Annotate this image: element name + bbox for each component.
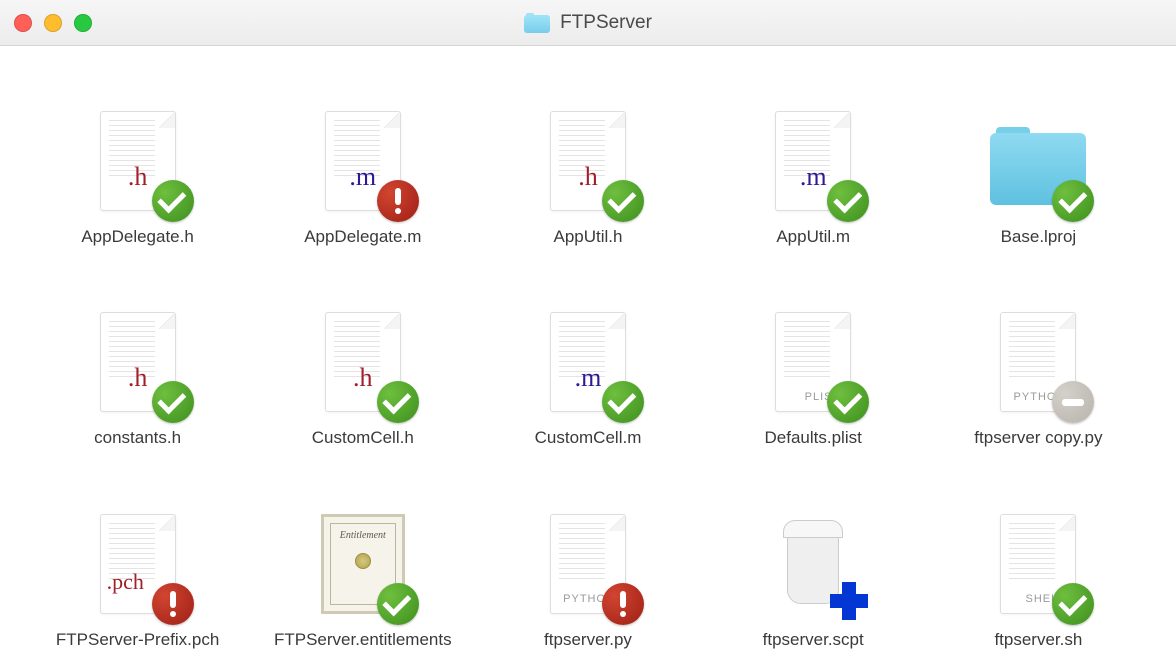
close-button[interactable] — [14, 14, 32, 32]
window-title: FTPServer — [560, 12, 652, 34]
file-name-label: CustomCell.m — [535, 427, 642, 448]
status-synced-icon — [602, 180, 644, 222]
file-item[interactable]: .m AppUtil.m — [723, 106, 903, 247]
file-item[interactable]: .h AppUtil.h — [498, 106, 678, 247]
file-name-label: constants.h — [94, 427, 181, 448]
window-titlebar: FTPServer — [0, 0, 1176, 46]
file-icon: .h — [538, 106, 638, 216]
file-name-label: ftpserver.scpt — [763, 629, 864, 650]
status-synced-icon — [1052, 180, 1094, 222]
status-synced-icon — [602, 381, 644, 423]
status-synced-icon — [827, 381, 869, 423]
traffic-lights — [14, 14, 92, 32]
window-title-group: FTPServer — [524, 12, 652, 34]
status-ignored-icon — [1052, 381, 1094, 423]
file-icon: PYTHON — [988, 307, 1088, 417]
file-name-label: FTPServer-Prefix.pch — [56, 629, 219, 650]
file-item[interactable]: .h constants.h — [48, 307, 228, 448]
file-item[interactable]: PYTHON ftpserver.py — [498, 509, 678, 650]
file-item[interactable]: .pch FTPServer-Prefix.pch — [48, 509, 228, 650]
file-icon: .h — [88, 106, 188, 216]
file-name-label: AppDelegate.h — [81, 226, 193, 247]
file-name-label: ftpserver copy.py — [974, 427, 1102, 448]
file-name-label: Defaults.plist — [765, 427, 862, 448]
file-icon: .m — [763, 106, 863, 216]
status-synced-icon — [827, 180, 869, 222]
file-icon: SHELL — [988, 509, 1088, 619]
file-icon: PYTHON — [538, 509, 638, 619]
status-synced-icon — [152, 180, 194, 222]
status-synced-icon — [377, 381, 419, 423]
file-item[interactable]: .m CustomCell.m — [498, 307, 678, 448]
file-name-label: AppDelegate.m — [304, 226, 421, 247]
file-grid: .h AppDelegate.h .m AppDelegate.m .h AppUtil.… — [0, 46, 1176, 670]
file-icon: Entitlement — [313, 509, 413, 619]
file-icon: .h — [313, 307, 413, 417]
file-icon: .m — [313, 106, 413, 216]
file-ext-label: .pch — [107, 569, 144, 595]
file-item[interactable]: .h AppDelegate.h — [48, 106, 228, 247]
file-icon — [763, 509, 863, 619]
file-item[interactable]: Base.lproj — [948, 106, 1128, 247]
file-icon: PLIST — [763, 307, 863, 417]
file-name-label: AppUtil.m — [776, 226, 850, 247]
file-item[interactable]: Entitlement FTPServer.entitlements — [273, 509, 453, 650]
file-item[interactable]: PYTHON ftpserver copy.py — [948, 307, 1128, 448]
file-item[interactable]: PLIST Defaults.plist — [723, 307, 903, 448]
status-synced-icon — [377, 583, 419, 625]
status-modified-icon — [602, 583, 644, 625]
file-name-label: ftpserver.sh — [994, 629, 1082, 650]
file-icon: .m — [538, 307, 638, 417]
file-icon: .h — [88, 307, 188, 417]
file-item[interactable]: .m AppDelegate.m — [273, 106, 453, 247]
file-name-label: ftpserver.py — [544, 629, 632, 650]
file-name-label: Base.lproj — [1001, 226, 1077, 247]
zoom-button[interactable] — [74, 14, 92, 32]
file-item[interactable]: SHELL ftpserver.sh — [948, 509, 1128, 650]
file-item[interactable]: .h CustomCell.h — [273, 307, 453, 448]
file-name-label: AppUtil.h — [553, 226, 622, 247]
file-icon — [988, 106, 1088, 216]
file-name-label: CustomCell.h — [312, 427, 414, 448]
file-name-label: FTPServer.entitlements — [274, 629, 452, 650]
folder-icon — [524, 13, 550, 33]
status-added-icon — [825, 577, 873, 625]
status-synced-icon — [152, 381, 194, 423]
file-item[interactable]: ftpserver.scpt — [723, 509, 903, 650]
file-icon: .pch — [88, 509, 188, 619]
status-modified-icon — [152, 583, 194, 625]
entitlements-label: Entitlement — [340, 530, 386, 541]
status-modified-icon — [377, 180, 419, 222]
minimize-button[interactable] — [44, 14, 62, 32]
status-synced-icon — [1052, 583, 1094, 625]
